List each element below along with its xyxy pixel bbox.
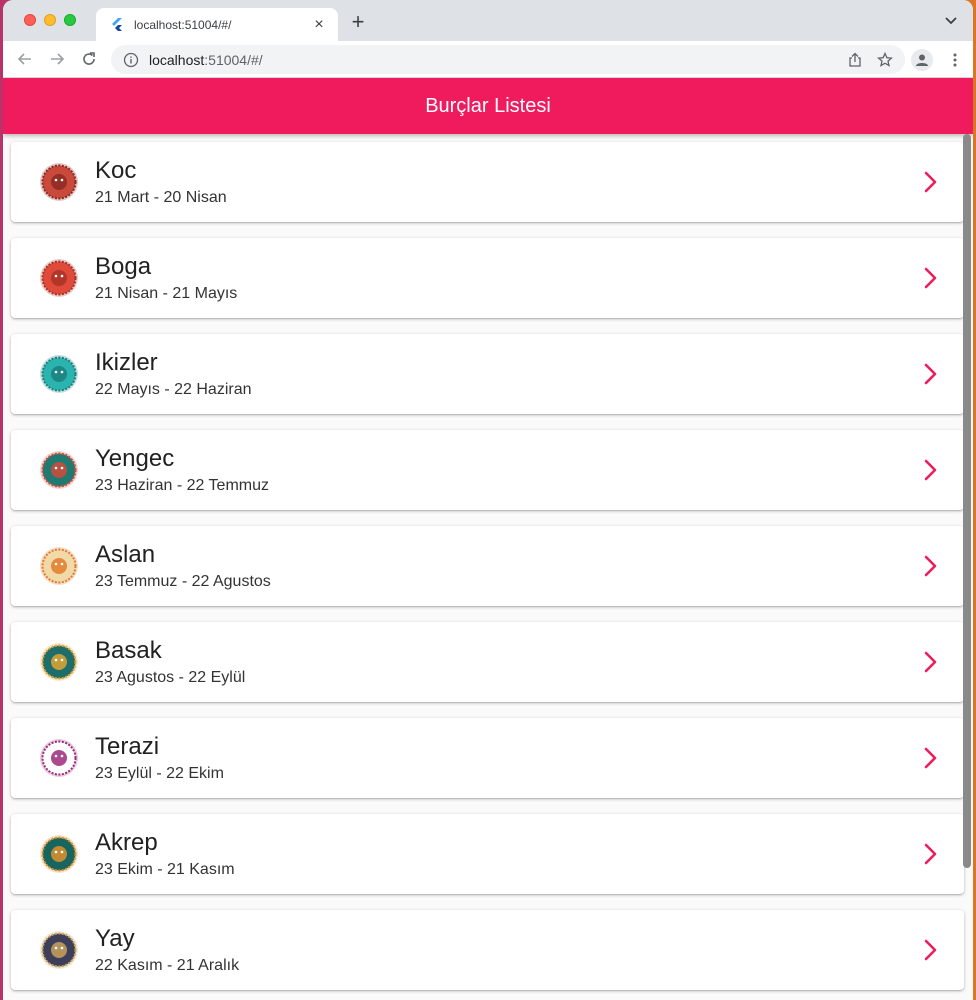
zodiac-card-koc[interactable]: Koc 21 Mart - 20 Nisan bbox=[11, 142, 964, 222]
close-window-button[interactable] bbox=[24, 14, 36, 26]
person-icon bbox=[916, 54, 928, 66]
zodiac-dates: 23 Agustos - 22 Eylül bbox=[95, 669, 246, 686]
url-text: localhost:51004/#/ bbox=[149, 52, 847, 68]
zodiac-name: Ikizler bbox=[95, 349, 158, 376]
zodiac-texts: Terazi 23 Eylül - 22 Ekim bbox=[95, 733, 224, 785]
forward-arrow-icon bbox=[51, 53, 65, 65]
virgo-icon bbox=[40, 643, 78, 681]
zodiac-name: Yengec bbox=[95, 445, 175, 472]
taurus-icon bbox=[40, 259, 78, 297]
chevron-right-icon[interactable] bbox=[916, 552, 944, 580]
zodiac-name: Aslan bbox=[95, 541, 156, 568]
tab-strip: localhost:51004/#/ × + bbox=[3, 0, 973, 41]
omnibox-actions bbox=[847, 51, 893, 68]
flutter-icon bbox=[112, 17, 122, 31]
cancer-icon bbox=[40, 451, 78, 489]
zodiac-name: Basak bbox=[95, 637, 162, 664]
zodiac-texts: Basak 23 Agustos - 22 Eylül bbox=[95, 637, 245, 689]
scrollbar-thumb[interactable] bbox=[963, 134, 971, 868]
zodiac-card-boga[interactable]: Boga 21 Nisan - 21 Mayıs bbox=[11, 238, 964, 318]
zodiac-card-terazi[interactable]: Terazi 23 Eylül - 22 Ekim bbox=[11, 718, 964, 798]
aries-icon bbox=[40, 163, 78, 201]
profile-avatar[interactable] bbox=[911, 48, 933, 71]
leo-icon bbox=[40, 547, 78, 585]
browser-toolbar: localhost:51004/#/ bbox=[3, 41, 973, 78]
window-controls bbox=[24, 14, 76, 26]
zodiac-card-yengec[interactable]: Yengec 23 Haziran - 22 Temmuz bbox=[11, 430, 964, 510]
zodiac-dates: 23 Ekim - 21 Kasım bbox=[95, 861, 235, 878]
chevron-right-icon[interactable] bbox=[916, 936, 944, 964]
toolbar-right bbox=[911, 45, 963, 74]
zodiac-dates: 22 Mayıs - 22 Haziran bbox=[95, 381, 252, 398]
close-tab-icon[interactable]: × bbox=[310, 16, 328, 33]
chevron-right-icon[interactable] bbox=[916, 360, 944, 388]
zodiac-dates: 23 Haziran - 22 Temmuz bbox=[95, 477, 269, 494]
chevron-right-icon[interactable] bbox=[916, 264, 944, 292]
back-button[interactable] bbox=[11, 45, 39, 73]
forward-button[interactable] bbox=[43, 45, 71, 73]
new-tab-button[interactable]: + bbox=[346, 10, 370, 34]
zodiac-name: Akrep bbox=[95, 829, 158, 856]
chevron-right-icon[interactable] bbox=[916, 456, 944, 484]
tab-search-icon[interactable] bbox=[943, 12, 959, 28]
zodiac-dates: 21 Mart - 20 Nisan bbox=[95, 189, 227, 206]
tab-title: localhost:51004/#/ bbox=[134, 17, 232, 32]
browser-window: localhost:51004/#/ × + localhost:51004/#… bbox=[3, 0, 973, 1000]
libra-icon bbox=[40, 739, 78, 777]
sagittarius-icon bbox=[40, 931, 78, 969]
chevron-right-icon[interactable] bbox=[916, 648, 944, 676]
zodiac-list[interactable]: Koc 21 Mart - 20 Nisan Boga 21 Nisan - 21 M… bbox=[3, 134, 973, 1000]
zodiac-name: Boga bbox=[95, 253, 152, 280]
chevron-right-icon[interactable] bbox=[916, 168, 944, 196]
minimize-window-button[interactable] bbox=[44, 14, 56, 26]
url-host: localhost bbox=[149, 51, 205, 68]
zodiac-card-yay[interactable]: Yay 22 Kasım - 21 Aralık bbox=[11, 910, 964, 990]
zodiac-texts: Ikizler 22 Mayıs - 22 Haziran bbox=[95, 349, 252, 401]
zodiac-card-akrep[interactable]: Akrep 23 Ekim - 21 Kasım bbox=[11, 814, 964, 894]
zodiac-dates: 23 Temmuz - 22 Agustos bbox=[95, 573, 271, 590]
zodiac-texts: Boga 21 Nisan - 21 Mayıs bbox=[95, 253, 237, 305]
zodiac-texts: Yay 22 Kasım - 21 Aralık bbox=[95, 925, 239, 977]
back-arrow-icon bbox=[17, 53, 31, 65]
zodiac-card-ikizler[interactable]: Ikizler 22 Mayıs - 22 Haziran bbox=[11, 334, 964, 414]
app-bar: Burçlar Listesi bbox=[3, 78, 973, 134]
address-bar[interactable]: localhost:51004/#/ bbox=[111, 45, 905, 74]
zodiac-texts: Aslan 23 Temmuz - 22 Agustos bbox=[95, 541, 271, 593]
info-icon[interactable] bbox=[123, 52, 139, 68]
zodiac-dates: 22 Kasım - 21 Aralık bbox=[95, 957, 240, 974]
zodiac-dates: 23 Eylül - 22 Ekim bbox=[95, 765, 224, 782]
zodiac-texts: Koc 21 Mart - 20 Nisan bbox=[95, 157, 227, 209]
app-title: Burçlar Listesi bbox=[425, 94, 551, 117]
share-icon[interactable] bbox=[847, 52, 863, 68]
reload-icon bbox=[83, 52, 95, 65]
scorpio-icon bbox=[40, 835, 78, 873]
zodiac-texts: Yengec 23 Haziran - 22 Temmuz bbox=[95, 445, 269, 497]
zodiac-card-aslan[interactable]: Aslan 23 Temmuz - 22 Agustos bbox=[11, 526, 964, 606]
chevron-right-icon[interactable] bbox=[916, 744, 944, 772]
zodiac-card-basak[interactable]: Basak 23 Agustos - 22 Eylül bbox=[11, 622, 964, 702]
zodiac-name: Yay bbox=[95, 925, 135, 952]
zodiac-dates: 21 Nisan - 21 Mayıs bbox=[95, 285, 238, 302]
maximize-window-button[interactable] bbox=[64, 14, 76, 26]
browser-tab[interactable]: localhost:51004/#/ × bbox=[96, 8, 338, 41]
chevron-right-icon[interactable] bbox=[916, 840, 944, 868]
bookmark-star-icon[interactable] bbox=[877, 51, 893, 68]
url-path: :51004/#/ bbox=[204, 51, 263, 68]
gemini-icon bbox=[40, 355, 78, 393]
zodiac-name: Koc bbox=[95, 157, 137, 184]
more-vert-icon[interactable] bbox=[947, 52, 963, 68]
reload-button[interactable] bbox=[75, 45, 103, 73]
zodiac-texts: Akrep 23 Ekim - 21 Kasım bbox=[95, 829, 235, 881]
zodiac-name: Terazi bbox=[95, 733, 160, 760]
